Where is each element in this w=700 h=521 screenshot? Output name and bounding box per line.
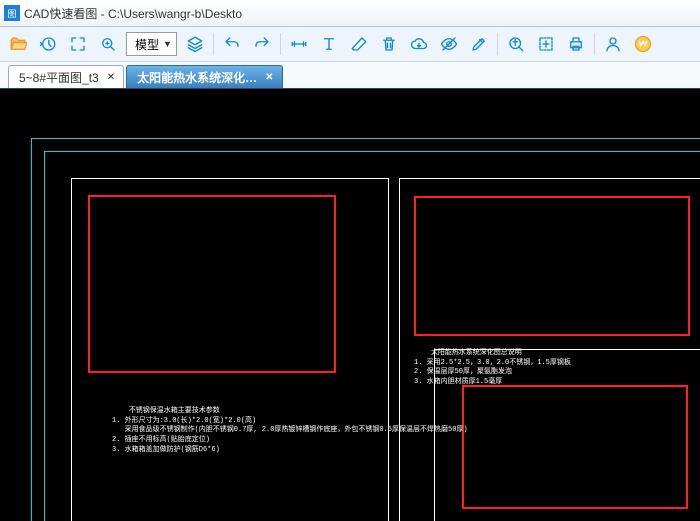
note-block-2: 太阳能热水系统深化图总说明 1. 采用2.5*2.5，3.0，2.0不锈钢，1.… [414,339,614,398]
app-logo: 图 [4,5,20,21]
zoom-window-button[interactable] [96,32,120,56]
eraser-button[interactable] [347,32,371,56]
model-space-selector[interactable]: 模型 ▼ [126,32,177,56]
model-space-label: 模型 [135,36,159,53]
zoom-extents-button[interactable] [66,32,90,56]
highlight-rect-3 [462,385,688,509]
delete-button[interactable] [377,32,401,56]
toolbar-separator [280,33,281,55]
visibility-button[interactable] [437,32,461,56]
window-titlebar: 图 CAD快速看图 - C:\Users\wangr-b\Deskto [0,0,700,27]
highlight-rect-1 [88,195,336,373]
tab-inactive-drawing[interactable]: 5~8#平面图_t3 ✕ [8,65,124,88]
highlight-rect-2 [414,196,690,336]
edit-pen-button[interactable] [467,32,491,56]
note-block-1: 不锈钢保温水箱主要技术参数 1. 外形尺寸为:3.0(长)*2.0(宽)*2.0… [112,397,372,466]
open-file-button[interactable] [6,32,30,56]
layers-button[interactable] [183,32,207,56]
toolbar-separator [213,33,214,55]
main-toolbar: 模型 ▼ [0,27,700,62]
history-button[interactable] [36,32,60,56]
text-button[interactable] [317,32,341,56]
tab-close-button[interactable]: ✕ [105,72,117,83]
toolbar-separator [594,33,595,55]
cloud-download-button[interactable] [407,32,431,56]
export-button[interactable] [534,32,558,56]
dropdown-arrow-icon: ▼ [163,39,172,49]
vip-button[interactable] [631,32,655,56]
tab-bar: 5~8#平面图_t3 ✕ 太阳能热水系统深化… ✕ [0,62,700,89]
tab-close-button[interactable]: ✕ [263,72,275,83]
find-text-button[interactable] [504,32,528,56]
print-button[interactable] [564,32,588,56]
tab-active-drawing[interactable]: 太阳能热水系统深化… ✕ [126,65,282,88]
drawing-canvas[interactable]: 不锈钢保温水箱主要技术参数 1. 外形尺寸为:3.0(长)*2.0(宽)*2.0… [0,89,700,521]
toolbar-separator [497,33,498,55]
redo-button[interactable] [250,32,274,56]
undo-button[interactable] [220,32,244,56]
user-account-button[interactable] [601,32,625,56]
tab-label: 5~8#平面图_t3 [19,69,99,86]
measure-button[interactable] [287,32,311,56]
window-title: CAD快速看图 - C:\Users\wangr-b\Deskto [24,5,242,22]
tab-label: 太阳能热水系统深化… [137,69,257,86]
